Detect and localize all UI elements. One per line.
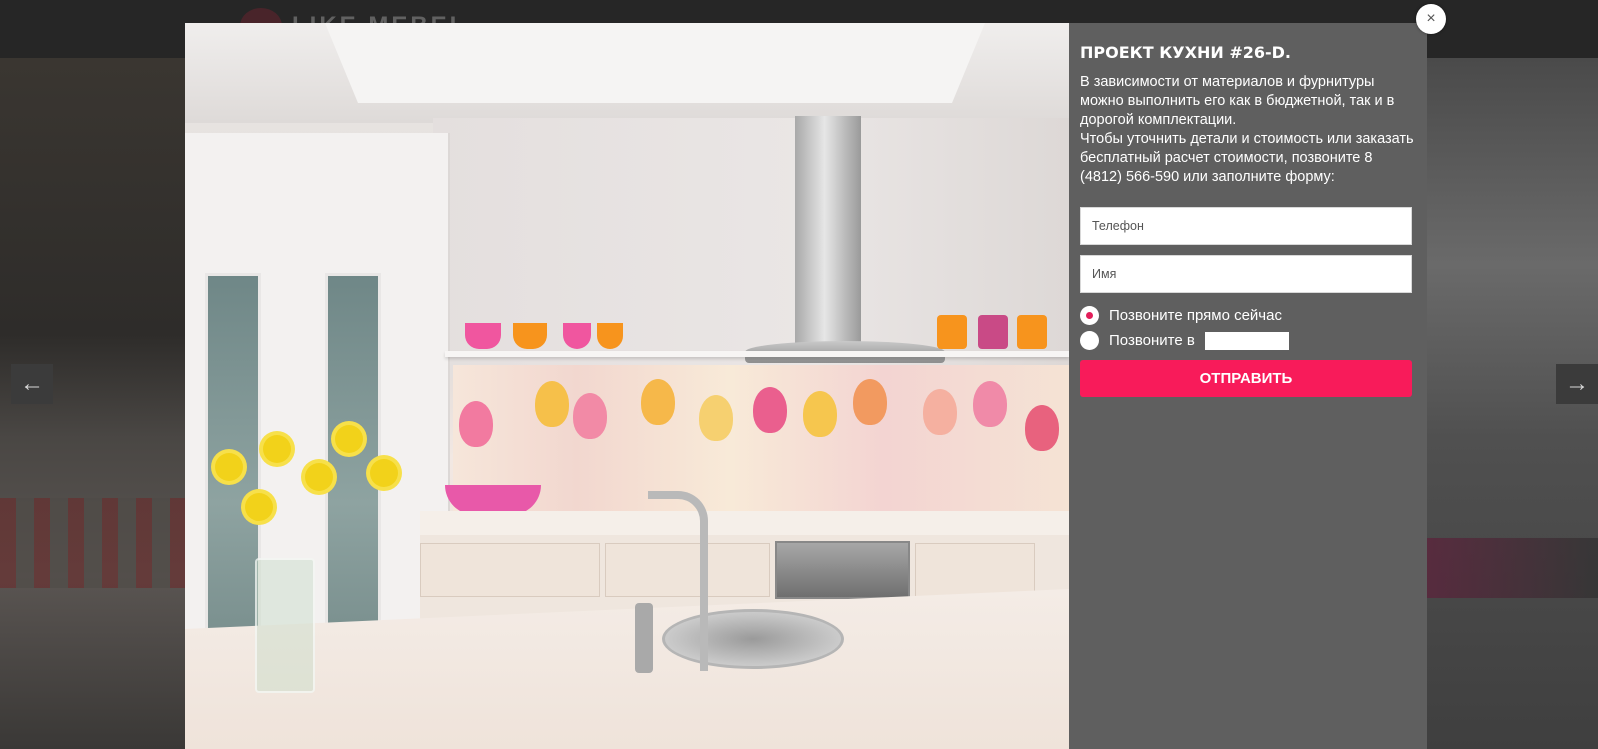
drawer [420,543,600,597]
vase [255,558,315,693]
close-icon: × [1426,10,1436,27]
tulip [535,381,569,427]
radio-call-at-label: Позвоните в [1109,332,1195,349]
countertop [420,511,1069,535]
tulip [699,395,733,441]
phone-input[interactable] [1080,207,1412,245]
faucet-base [635,603,653,673]
drawer [915,543,1035,597]
project-title: ПРОЕКТ КУХНИ #26-D. [1080,43,1291,62]
daffodil [245,493,273,521]
radio-call-at[interactable] [1080,331,1099,350]
close-modal-button[interactable]: × [1416,4,1446,34]
project-description: В зависимости от материалов и фурнитуры … [1080,74,1414,185]
tulip [803,391,837,437]
tulip [973,381,1007,427]
hood-pipe [795,116,861,346]
shelf [445,351,1069,357]
bowl [597,323,623,349]
tulip-backsplash [453,365,1069,515]
daffodil [305,463,333,491]
tulip [641,379,675,425]
jar [978,315,1008,349]
arrow-right-icon: → [1565,370,1589,397]
arrow-left-icon: ← [20,370,44,397]
name-input[interactable] [1080,255,1412,293]
tulip [753,387,787,433]
jar [937,315,967,349]
bowl [465,323,501,349]
tulip [1025,405,1059,451]
tulip [923,389,957,435]
project-modal: ПРОЕКТ КУХНИ #26-D. В зависимости от мат… [185,23,1427,749]
submit-button[interactable]: ОТПРАВИТЬ [1080,360,1412,397]
daffodil [370,459,398,487]
oven [775,541,910,599]
ceiling-box [325,23,985,103]
next-slide-button[interactable]: → [1556,364,1598,404]
project-info-panel: ПРОЕКТ КУХНИ #26-D. В зависимости от мат… [1069,23,1427,749]
bowl [513,323,547,349]
radio-call-now-label: Позвоните прямо сейчас [1109,307,1282,324]
radio-call-now-row[interactable]: Позвоните прямо сейчас [1080,303,1417,328]
tulip [853,379,887,425]
daffodil [335,425,363,453]
callback-form: Позвоните прямо сейчас Позвоните в ОТПРА… [1080,207,1417,397]
radio-selected-dot [1086,312,1093,319]
daffodil [215,453,243,481]
faucet [648,491,708,671]
jar [1017,315,1047,349]
kitchen-project-image [185,23,1069,749]
tulip [459,401,493,447]
daffodil [263,435,291,463]
tulip [573,393,607,439]
radio-call-now[interactable] [1080,306,1099,325]
call-time-input[interactable] [1204,331,1289,350]
prev-slide-button[interactable]: ← [11,364,53,404]
tall-cabinet [185,133,450,733]
radio-call-at-row[interactable]: Позвоните в [1080,328,1417,353]
